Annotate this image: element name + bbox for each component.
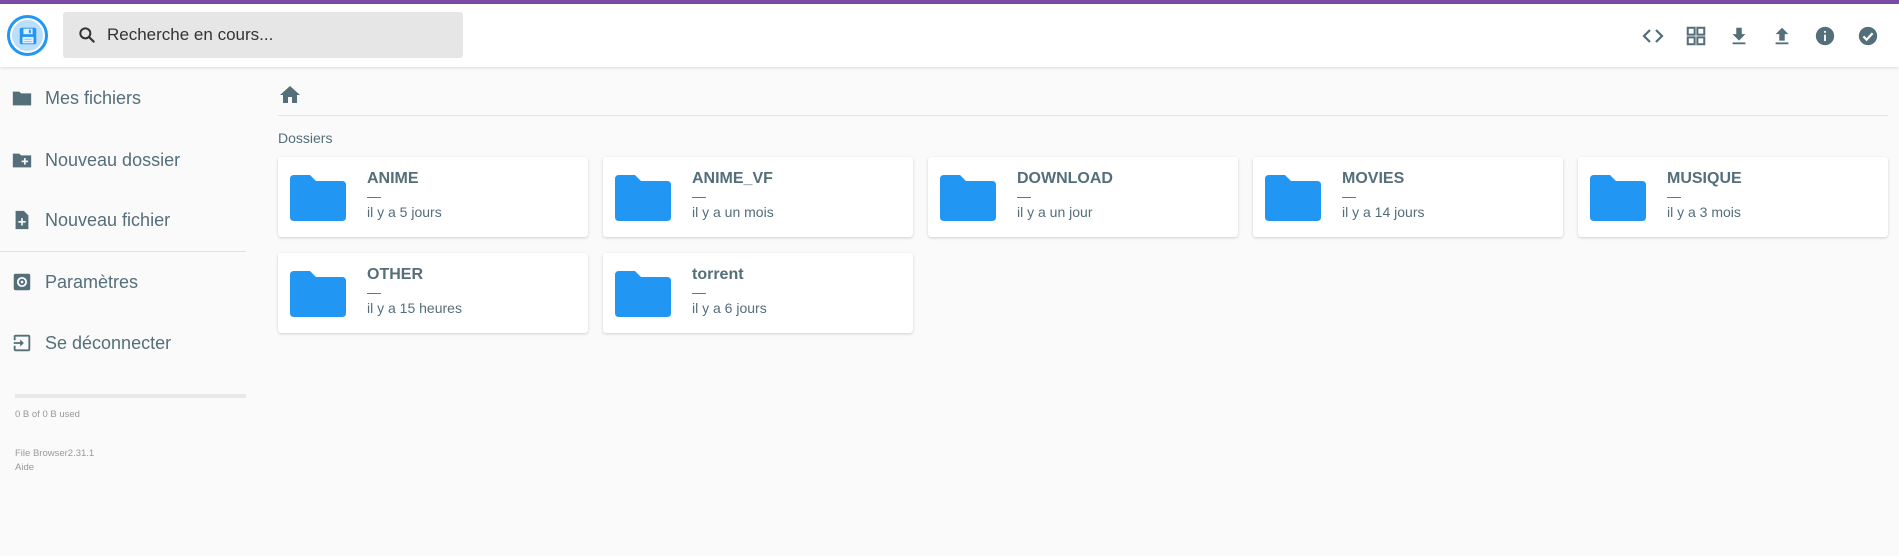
- folder-size: —: [367, 188, 381, 204]
- folder-modified: il y a 14 jours: [1342, 204, 1425, 220]
- folder-modified: il y a 15 heures: [367, 300, 462, 316]
- folder-name: torrent: [692, 266, 744, 283]
- sidebar-item-new-file[interactable]: Nouveau fichier: [0, 195, 246, 245]
- sidebar-item-label: Nouveau dossier: [45, 149, 181, 170]
- folder-card[interactable]: ANIME_VF — il y a un mois: [603, 157, 913, 237]
- info-icon: [1815, 26, 1834, 46]
- folder-name: ANIME: [367, 170, 419, 187]
- download-icon: [1732, 27, 1745, 45]
- new-file-icon: [15, 210, 29, 230]
- folder-card[interactable]: OTHER — il y a 15 heures: [278, 253, 588, 333]
- folder-size: —: [1342, 188, 1356, 204]
- folder-card[interactable]: torrent — il y a 6 jours: [603, 253, 913, 333]
- credits: File Browser2.31.1 Aide: [15, 447, 94, 475]
- folder-icon: [615, 175, 671, 221]
- breadcrumb-divider: [278, 115, 1888, 116]
- upload-button[interactable]: [1760, 18, 1803, 54]
- folder-card[interactable]: DOWNLOAD — il y a un jour: [928, 157, 1238, 237]
- quota-progress-bar: [15, 394, 246, 398]
- info-button[interactable]: [1803, 18, 1846, 54]
- folder-name: DOWNLOAD: [1017, 170, 1113, 187]
- sidebar-item-logout[interactable]: Se déconnecter: [0, 318, 246, 368]
- folder-card[interactable]: MOVIES — il y a 14 jours: [1253, 157, 1563, 237]
- sidebar: Mes fichiers Nouveau dossier Nouveau fic…: [0, 67, 246, 556]
- quota-text: 0 B of 0 B used: [15, 409, 80, 420]
- folder-modified: il y a 3 mois: [1667, 204, 1741, 220]
- breadcrumb: [278, 77, 302, 113]
- search-input[interactable]: [107, 25, 437, 45]
- check-circle-icon: [1858, 26, 1877, 46]
- settings-icon: [13, 273, 31, 291]
- folder-size: —: [1017, 188, 1031, 204]
- header-bar: [0, 4, 1899, 67]
- grid-view-icon: [1686, 26, 1705, 46]
- folder-icon: [940, 175, 996, 221]
- folder-icon: [1265, 175, 1321, 221]
- header-toolbar: [1631, 18, 1889, 54]
- sidebar-item-settings[interactable]: Paramètres: [0, 257, 246, 307]
- upload-icon: [1775, 27, 1788, 45]
- sidebar-item-label: Paramètres: [45, 271, 139, 292]
- code-icon: [1641, 29, 1664, 43]
- folder-icon: [1590, 175, 1646, 221]
- select-multiple-button[interactable]: [1846, 18, 1889, 54]
- folder-icon: [615, 271, 671, 317]
- folder-modified: il y a un jour: [1017, 204, 1093, 220]
- folder-name: MUSIQUE: [1667, 170, 1742, 187]
- folder-card[interactable]: MUSIQUE — il y a 3 mois: [1578, 157, 1888, 237]
- sidebar-divider: [0, 251, 246, 252]
- sidebar-item-label: Nouveau fichier: [45, 209, 171, 230]
- folder-name: MOVIES: [1342, 170, 1405, 187]
- app-version-link[interactable]: File Browser2.31.1: [15, 447, 94, 461]
- app-logo[interactable]: [7, 15, 48, 56]
- section-title: Dossiers: [278, 130, 333, 146]
- floppy-disk-icon: [19, 27, 36, 44]
- folder-size: —: [367, 284, 381, 300]
- logout-icon: [13, 334, 31, 352]
- folder-size: —: [692, 284, 706, 300]
- folder-name: ANIME_VF: [692, 170, 773, 187]
- folder-card[interactable]: ANIME — il y a 5 jours: [278, 157, 588, 237]
- folder-size: —: [692, 188, 706, 204]
- sidebar-item-label: Mes fichiers: [45, 87, 142, 108]
- folder-icon: [12, 91, 32, 106]
- folder-icon: [290, 271, 346, 317]
- folder-icon: [290, 175, 346, 221]
- sidebar-item-my-files[interactable]: Mes fichiers: [0, 73, 246, 123]
- folder-modified: il y a 5 jours: [367, 204, 442, 220]
- search-icon: [79, 27, 95, 43]
- download-button[interactable]: [1717, 18, 1760, 54]
- create-folder-icon: [12, 153, 32, 168]
- search-box[interactable]: [63, 12, 463, 58]
- sidebar-item-new-folder[interactable]: Nouveau dossier: [0, 135, 246, 185]
- folder-modified: il y a un mois: [692, 204, 774, 220]
- sidebar-item-label: Se déconnecter: [45, 332, 172, 353]
- home-icon[interactable]: [278, 83, 302, 107]
- folder-size: —: [1667, 188, 1681, 204]
- folder-name: OTHER: [367, 266, 423, 283]
- help-link[interactable]: Aide: [15, 461, 94, 475]
- folder-modified: il y a 6 jours: [692, 300, 767, 316]
- switch-view-button[interactable]: [1674, 18, 1717, 54]
- toggle-source-button[interactable]: [1631, 18, 1674, 54]
